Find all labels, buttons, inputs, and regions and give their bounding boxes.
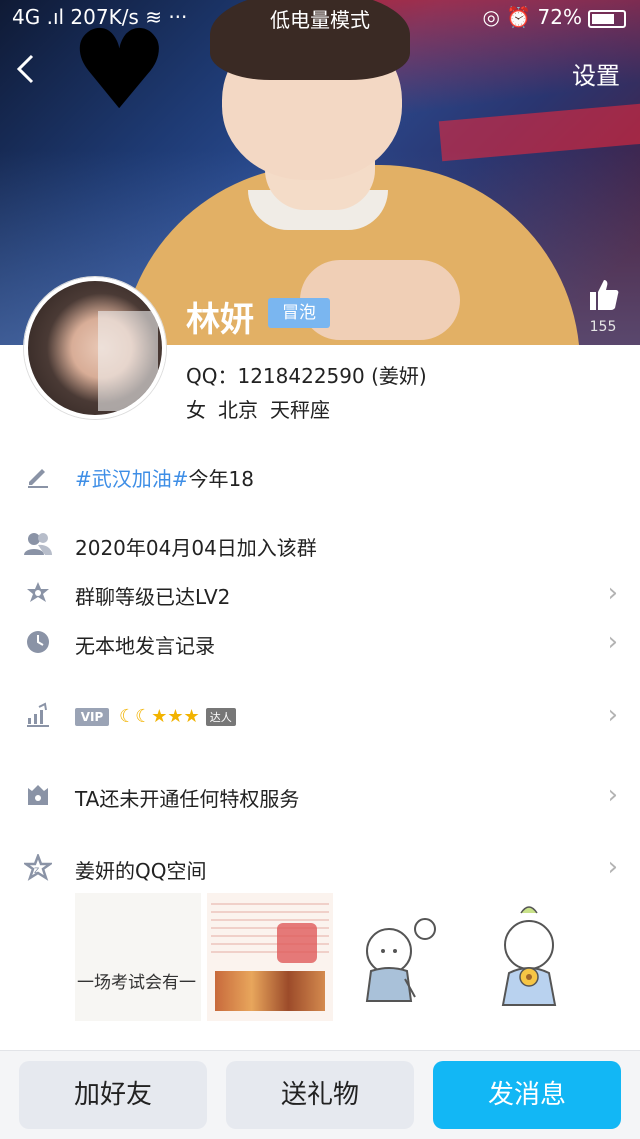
chevron-right-icon: › [607,852,618,882]
chevron-right-icon: › [607,627,618,657]
thumbs-up-icon [584,278,622,319]
qzone-thumb-3[interactable] [339,893,465,1021]
daren-badge: 达人 [205,707,236,726]
qzone-thumb-1-text: 一场考试会有一 [77,973,196,993]
send-message-button[interactable]: 发消息 [433,1061,621,1129]
privilege-shop-icon [24,782,52,810]
vip-tag: VIP [75,707,109,726]
star-level-icon: ★★★ [151,706,200,727]
profile-meta: 女北京 天秤座 [186,394,342,423]
back-icon[interactable] [14,52,36,92]
history-row[interactable]: 无本地发言记录 › [0,621,640,665]
signature-hashtag[interactable]: #武汉加油# [75,467,189,491]
growth-icon [24,702,52,730]
qzone-thumb-4[interactable] [471,893,597,1021]
like-count: 155 [589,319,617,335]
chevron-right-icon: › [607,578,618,608]
qzone-thumb-2[interactable] [207,893,333,1021]
signature-body: 今年18 [188,467,254,491]
svg-text:z: z [34,865,39,876]
qq-number: QQ：1218422590 (姜妍) [186,364,427,388]
settings-button[interactable]: 设置 [572,56,620,91]
battery-icon [588,9,626,28]
level-star-icon [24,580,52,608]
send-gift-button[interactable]: 送礼物 [226,1061,414,1129]
doodle-girl-image [501,906,557,1006]
qzone-thumb-2-drink [277,923,317,963]
pencil-icon [24,462,52,490]
doodle-boy-image [365,918,436,1002]
gender: 女 [186,398,206,422]
privilege-row[interactable]: TA还未开通任何特权服务 › [0,774,640,818]
add-friend-button[interactable]: 加好友 [19,1061,207,1129]
status-battery-text: ◎ ⏰ 72% [482,5,582,29]
history-text: 无本地发言记录 [75,634,215,658]
like-button[interactable]: 155 [584,278,622,335]
members-icon [24,531,52,559]
clock-icon [24,629,52,657]
qzone-thumb-2-food [215,971,325,1011]
signature-text: #武汉加油#今年18 [75,463,254,492]
chevron-right-icon: › [607,780,618,810]
vip-row[interactable]: VIP ☾☾★★★ 达人 › [0,694,640,738]
status-badge: 冒泡 [268,298,330,328]
bottom-action-bar: 加好友 送礼物 发消息 [0,1050,640,1139]
chevron-right-icon: › [607,700,618,730]
qzone-text: 姜妍的QQ空间 [75,859,207,883]
privilege-text: TA还未开通任何特权服务 [75,787,300,811]
level-text: 群聊等级已达LV2 [75,585,231,609]
signature-row[interactable]: #武汉加油#今年18 [0,454,640,498]
joined-text: 2020年04月04日加入该群 [75,536,317,560]
moon-level-icon: ☾☾ [119,706,152,727]
qzone-thumb-1[interactable]: 一场考试会有一 [75,893,201,1021]
status-right: ◎ ⏰ 72% [482,5,626,29]
qzone-star-icon: z [22,852,54,882]
joined-row: 2020年04月04日加入该群 [0,523,640,567]
qzone-thumbnails[interactable]: 一场考试会有一 [75,893,605,1021]
avatar[interactable] [24,277,166,419]
profile-name: 林妍 [186,300,254,340]
zodiac: 天秤座 [270,398,330,422]
level-row[interactable]: 群聊等级已达LV2 › [0,572,640,616]
status-bar: 4G .ıl 207K/s ≋ ··· 低电量模式 ◎ ⏰ 72% [0,0,640,34]
vip-badges: VIP ☾☾★★★ 达人 [75,703,236,727]
city: 北京 [218,398,258,422]
qzone-row[interactable]: z 姜妍的QQ空间 › [0,846,640,890]
avatar-mirror [98,311,158,411]
